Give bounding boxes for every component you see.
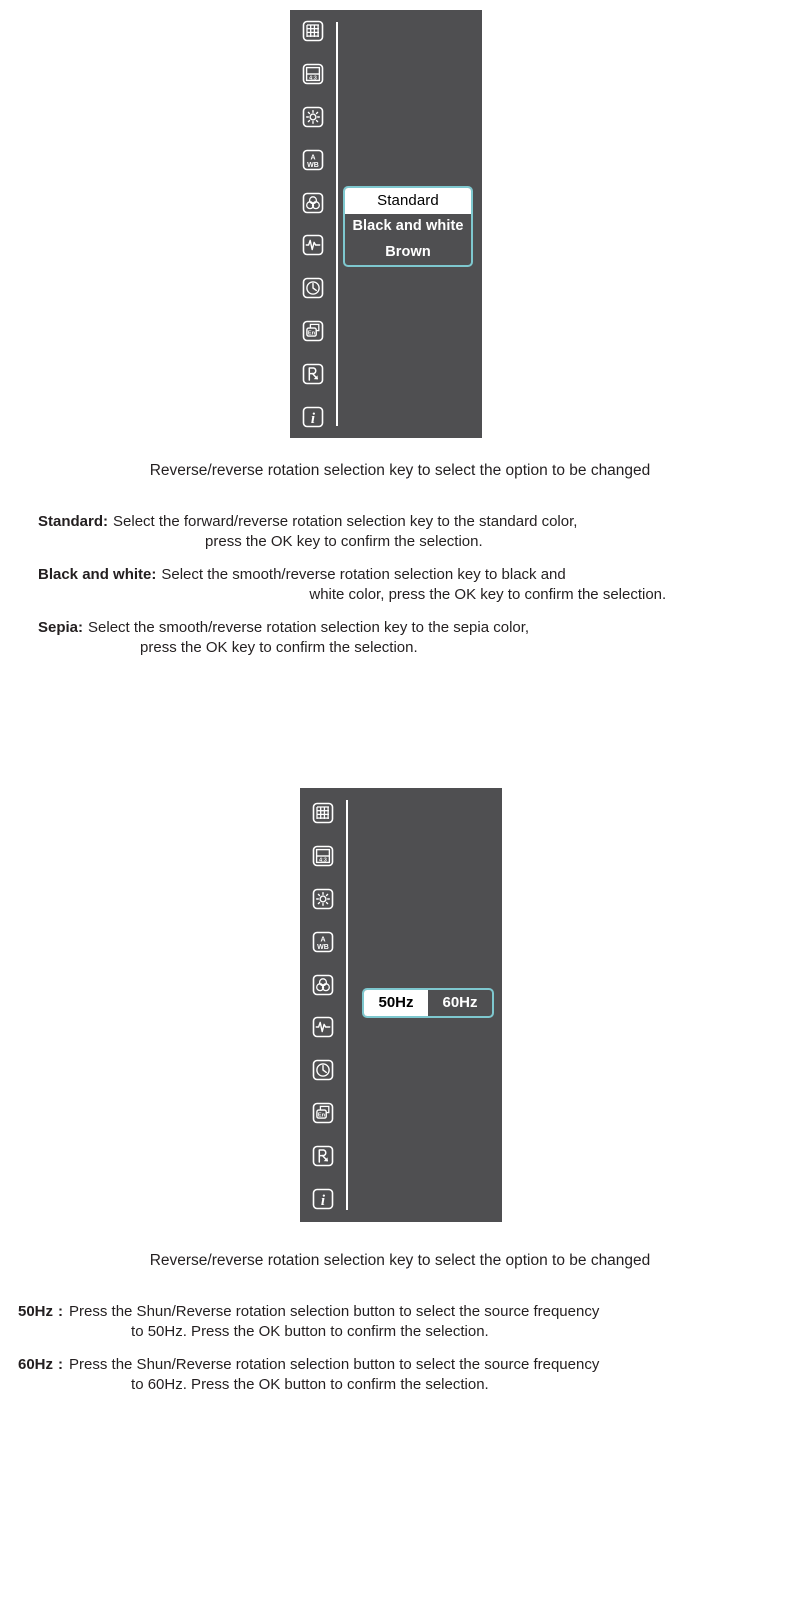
brightness-icon[interactable] xyxy=(302,106,324,128)
color-mode-icon[interactable] xyxy=(312,974,334,996)
description-separator: : xyxy=(58,1356,64,1374)
description-term: Sepia: xyxy=(38,619,84,637)
description-row: Standard: Select the forward/reverse rot… xyxy=(38,512,762,552)
osd-body: 50Hz 60Hz xyxy=(348,788,502,1222)
reset-icon[interactable] xyxy=(302,363,324,385)
description-line-2: to 60Hz. Press the OK button to confirm … xyxy=(131,1376,489,1394)
description-text: Press the Shun/Reverse rotation selectio… xyxy=(69,1302,790,1342)
description-text: Select the smooth/reverse rotation selec… xyxy=(88,618,762,658)
description-line-2: press the OK key to confirm the selectio… xyxy=(205,533,483,551)
brightness-icon[interactable] xyxy=(312,888,334,910)
color-mode-icon[interactable] xyxy=(302,192,324,214)
sharpness-icon[interactable] xyxy=(312,1016,334,1038)
frequency-option-60hz[interactable]: 60Hz xyxy=(428,990,492,1016)
language-icon[interactable]: En xyxy=(312,1102,334,1124)
icon-rail: 4:3 A WB En i xyxy=(300,788,346,1222)
language-icon[interactable]: En xyxy=(302,320,324,342)
color-mode-menu[interactable]: Standard Black and white Brown xyxy=(343,186,473,267)
svg-text:En: En xyxy=(318,1113,326,1119)
description-line-1: Press the Shun/Reverse rotation selectio… xyxy=(69,1303,600,1320)
frequency-descriptions: 50Hz : Press the Shun/Reverse rotation s… xyxy=(18,1302,790,1408)
caption-color-mode: Reverse/reverse rotation selection key t… xyxy=(149,462,651,479)
osd-body: Standard Black and white Brown xyxy=(338,10,482,438)
frequency-toggle[interactable]: 50Hz 60Hz xyxy=(362,988,494,1019)
description-line-2: to 50Hz. Press the OK button to confirm … xyxy=(131,1323,489,1341)
svg-text:i: i xyxy=(311,411,316,427)
timer-icon[interactable] xyxy=(302,277,324,299)
description-row: 60Hz : Press the Shun/Reverse rotation s… xyxy=(18,1355,790,1395)
color-mode-option-black-and-white[interactable]: Black and white xyxy=(345,214,471,240)
description-text: Press the Shun/Reverse rotation selectio… xyxy=(69,1355,790,1395)
auto-white-balance-icon[interactable]: A WB xyxy=(312,931,334,953)
timer-icon[interactable] xyxy=(312,1059,334,1081)
auto-white-balance-icon[interactable]: A WB xyxy=(302,149,324,171)
description-line-1: Press the Shun/Reverse rotation selectio… xyxy=(69,1356,600,1374)
caption-frequency: Reverse/reverse rotation selection key t… xyxy=(149,1252,651,1269)
description-text: Select the smooth/reverse rotation selec… xyxy=(161,565,762,605)
frequency-option-50hz[interactable]: 50Hz xyxy=(364,990,428,1017)
description-term: 50Hz xyxy=(18,1303,54,1320)
svg-text:A: A xyxy=(310,154,315,161)
description-line-2: white color, press the OK key to confirm… xyxy=(309,586,667,604)
osd-panel-frequency: 4:3 A WB En i 50Hz 60Hz xyxy=(300,788,502,1222)
description-line-1: Select the forward/reverse rotation sele… xyxy=(113,513,578,530)
svg-text:i: i xyxy=(321,1193,326,1209)
description-term: Black and white: xyxy=(38,566,157,584)
svg-text:WB: WB xyxy=(307,162,319,169)
color-mode-option-brown[interactable]: Brown xyxy=(345,240,471,266)
aspect-ratio-4-3-icon[interactable]: 4:3 xyxy=(312,845,334,867)
aspect-ratio-4-3-icon[interactable]: 4:3 xyxy=(302,63,324,85)
svg-text:4:3: 4:3 xyxy=(309,75,317,81)
svg-text:A: A xyxy=(320,936,325,943)
info-icon[interactable]: i xyxy=(302,406,324,428)
description-text: Select the forward/reverse rotation sele… xyxy=(113,512,762,552)
osd-panel-color-mode: 4:3 A WB En i Standard Black and white B… xyxy=(290,10,482,438)
reset-icon[interactable] xyxy=(312,1145,334,1167)
grid-icon[interactable] xyxy=(302,20,324,42)
description-separator: : xyxy=(58,1303,64,1320)
description-row: Sepia: Select the smooth/reverse rotatio… xyxy=(38,618,762,658)
color-mode-descriptions: Standard: Select the forward/reverse rot… xyxy=(38,512,762,672)
description-row: Black and white: Select the smooth/rever… xyxy=(38,565,762,605)
info-icon[interactable]: i xyxy=(312,1188,334,1210)
sharpness-icon[interactable] xyxy=(302,234,324,256)
description-line-1: Select the smooth/reverse rotation selec… xyxy=(161,566,566,584)
color-mode-option-standard[interactable]: Standard xyxy=(345,188,471,214)
description-row: 50Hz : Press the Shun/Reverse rotation s… xyxy=(18,1302,790,1342)
svg-text:En: En xyxy=(308,331,316,337)
svg-text:WB: WB xyxy=(317,944,329,951)
grid-icon[interactable] xyxy=(312,802,334,824)
icon-rail: 4:3 A WB En i xyxy=(290,10,336,438)
description-line-1: Select the smooth/reverse rotation selec… xyxy=(88,619,530,637)
description-term: Standard: xyxy=(38,513,109,530)
svg-text:4:3: 4:3 xyxy=(319,857,327,863)
description-term: 60Hz xyxy=(18,1356,54,1374)
description-line-2: press the OK key to confirm the selectio… xyxy=(140,639,418,657)
